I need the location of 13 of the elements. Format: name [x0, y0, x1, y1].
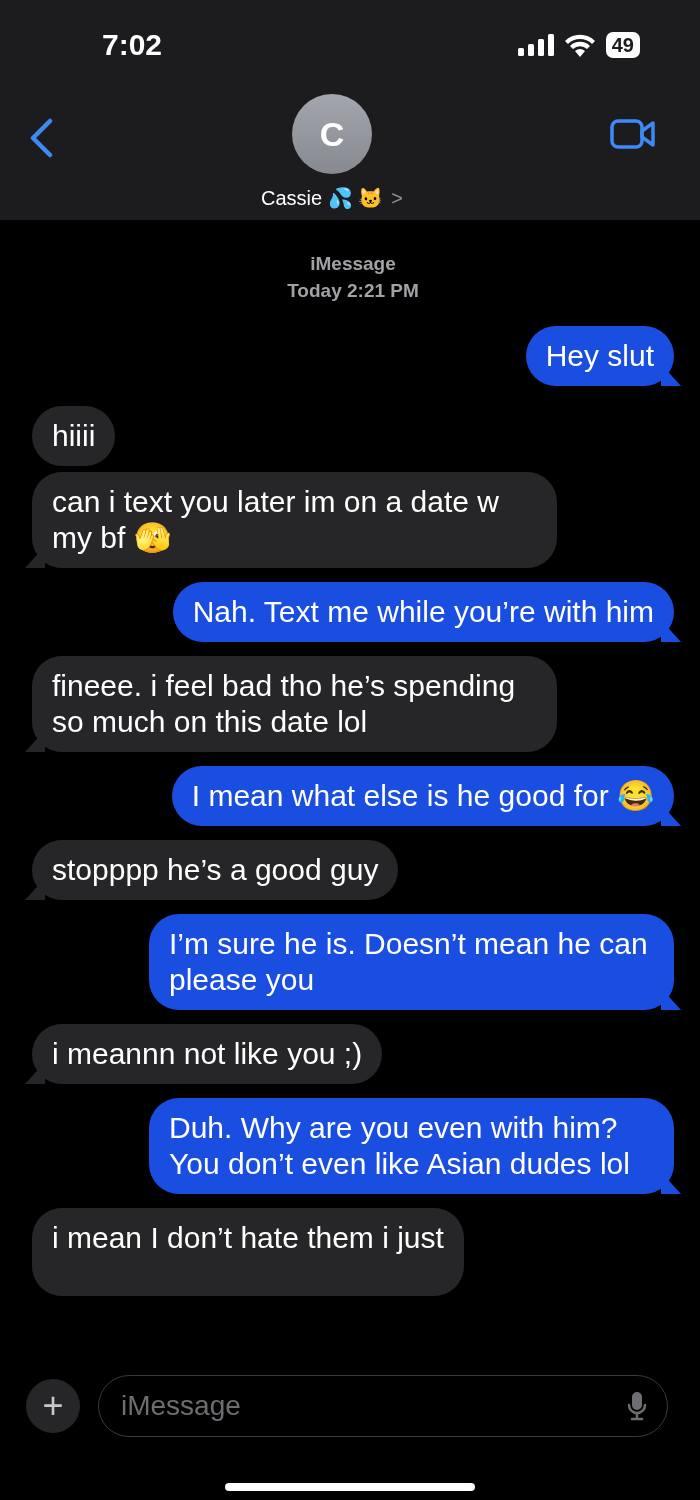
plus-button[interactable]: + [26, 1379, 80, 1433]
service-label: iMessage [310, 252, 396, 276]
contact-name[interactable]: Cassie 💦 🐱 [261, 186, 384, 210]
thread-timestamp: Today 2:21 PM [287, 279, 419, 303]
wifi-icon [563, 33, 596, 57]
back-icon[interactable] [28, 118, 54, 158]
video-camera-icon[interactable] [610, 118, 656, 150]
signal-icon [517, 34, 554, 56]
message-input[interactable]: iMessage [119, 1389, 627, 1423]
status-time: 7:02 [102, 28, 163, 62]
battery-level: 49 [605, 32, 640, 58]
chevron[interactable]: > [391, 186, 403, 210]
microphone-icon[interactable] [627, 1391, 647, 1421]
